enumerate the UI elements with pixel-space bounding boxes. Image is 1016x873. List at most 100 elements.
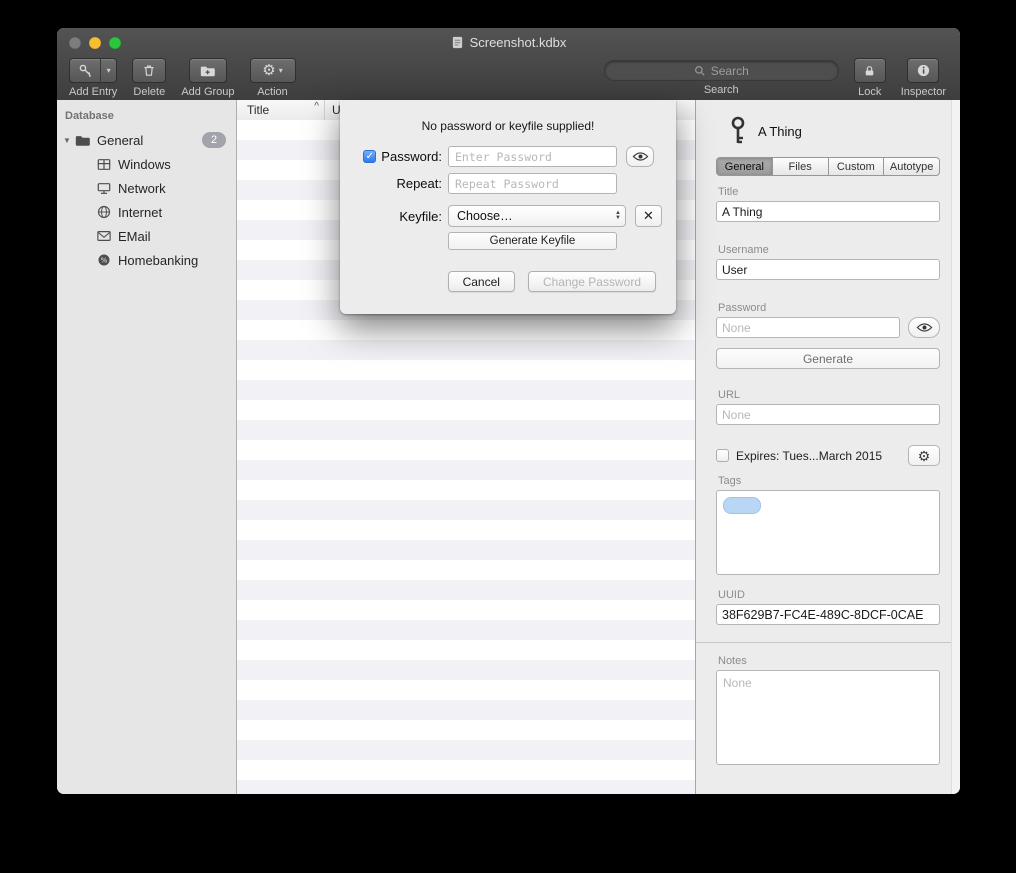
tool-action: ⚙ ▾ Action	[250, 58, 296, 98]
dialog-keyfile-label: Keyfile:	[399, 209, 442, 224]
entry-count-badge: 2	[202, 132, 226, 148]
chevron-down-icon: ▾	[279, 66, 283, 75]
add-entry-button[interactable]: ▾	[69, 58, 117, 83]
sidebar-item-network[interactable]: Network	[57, 176, 236, 200]
title-field[interactable]	[716, 201, 940, 222]
key-plus-icon	[70, 59, 100, 82]
info-icon	[916, 63, 931, 78]
close-icon: ✕	[643, 208, 654, 224]
expires-checkbox[interactable]	[716, 449, 729, 462]
password-checkbox[interactable]: ✓	[363, 150, 376, 163]
folder-plus-icon	[200, 64, 216, 78]
inspector-button[interactable]	[907, 58, 939, 83]
cancel-button[interactable]: Cancel	[448, 271, 515, 292]
dialog-repeat-field[interactable]	[448, 173, 617, 194]
gear-icon: ⚙	[918, 449, 931, 463]
envelope-icon	[96, 228, 112, 244]
dialog-message: No password or keyfile supplied!	[340, 119, 676, 133]
action-label: Action	[257, 86, 288, 98]
dialog-password-label: Password:	[381, 149, 442, 164]
lock-button[interactable]	[854, 58, 886, 83]
action-button[interactable]: ⚙ ▾	[250, 58, 296, 83]
sidebar-item-label: Windows	[118, 157, 171, 172]
sidebar-item-email[interactable]: EMail	[57, 224, 236, 248]
document-icon	[451, 36, 464, 49]
notes-field[interactable]	[716, 670, 940, 765]
window-title-group: Screenshot.kdbx	[451, 35, 567, 50]
trash-icon	[142, 63, 156, 78]
sidebar-item-windows[interactable]: Windows	[57, 152, 236, 176]
zoom-button[interactable]	[109, 37, 121, 49]
add-group-button[interactable]	[189, 58, 227, 83]
sidebar-item-label: Network	[118, 181, 166, 196]
sidebar-item-internet[interactable]: Internet	[57, 200, 236, 224]
globe-icon	[96, 204, 112, 220]
tags-label: Tags	[718, 475, 940, 487]
keyfile-select[interactable]: Choose… ▲▼	[448, 205, 626, 227]
change-password-dialog: No password or keyfile supplied! ✓ Passw…	[340, 100, 676, 314]
svg-text:%: %	[101, 257, 108, 265]
username-label: Username	[718, 244, 940, 256]
close-button[interactable]	[69, 37, 81, 49]
search-label: Search	[704, 84, 739, 96]
network-icon	[96, 180, 112, 196]
windows-icon	[96, 156, 112, 172]
minimize-button[interactable]	[89, 37, 101, 49]
expires-settings-button[interactable]: ⚙	[908, 445, 940, 466]
titlebar[interactable]: Screenshot.kdbx	[57, 28, 960, 56]
window-chrome: Screenshot.kdbx ▾ Add Entry	[57, 28, 960, 101]
dialog-password-field[interactable]	[448, 146, 617, 167]
sidebar-item-label: EMail	[118, 229, 151, 244]
toolbar: ▾ Add Entry Delete Add Group	[57, 56, 960, 100]
sidebar-item-label: Homebanking	[118, 253, 198, 268]
inspector-scrollbar[interactable]	[951, 100, 960, 794]
tag-token[interactable]	[723, 497, 761, 514]
sidebar-item-homebanking[interactable]: % Homebanking	[57, 248, 236, 272]
uuid-field[interactable]	[716, 604, 940, 625]
url-label: URL	[718, 389, 940, 401]
column-header-title[interactable]: Title ^	[237, 100, 325, 120]
clear-keyfile-button[interactable]: ✕	[635, 205, 662, 227]
url-field[interactable]	[716, 404, 940, 425]
gear-icon: ⚙	[262, 63, 275, 78]
entry-header: A Thing	[728, 114, 940, 148]
generate-keyfile-button[interactable]: Generate Keyfile	[448, 232, 617, 250]
coin-icon: %	[96, 252, 112, 268]
username-field[interactable]	[716, 259, 940, 280]
lock-icon	[863, 64, 876, 78]
password-field[interactable]	[716, 317, 900, 338]
tags-field[interactable]	[716, 490, 940, 575]
title-label: Title	[718, 186, 940, 198]
dialog-reveal-password-button[interactable]	[626, 146, 654, 167]
tool-search: Search Search	[604, 58, 839, 96]
disclosure-triangle-icon[interactable]: ▼	[63, 136, 75, 145]
tab-general[interactable]: General	[717, 158, 773, 175]
sidebar-item-general[interactable]: ▼ General 2	[57, 128, 236, 152]
tool-add-group: Add Group	[181, 58, 234, 98]
add-entry-dropdown[interactable]: ▾	[100, 59, 116, 82]
tool-lock: Lock	[854, 58, 886, 98]
uuid-label: UUID	[718, 589, 940, 601]
add-entry-label: Add Entry	[69, 86, 117, 98]
tool-inspector: Inspector	[901, 58, 946, 98]
dialog-repeat-label: Repeat:	[396, 176, 442, 191]
expires-label: Expires: Tues...March 2015	[736, 449, 901, 463]
search-input[interactable]: Search	[604, 60, 839, 81]
search-placeholder: Search	[711, 64, 749, 78]
generate-password-button[interactable]: Generate	[716, 348, 940, 369]
sidebar-item-label: Internet	[118, 205, 162, 220]
tab-autotype[interactable]: Autotype	[884, 158, 939, 175]
change-password-button[interactable]: Change Password	[528, 271, 656, 292]
reveal-password-button[interactable]	[908, 317, 940, 338]
divider	[696, 642, 960, 643]
desktop-background: Screenshot.kdbx ▾ Add Entry	[0, 0, 1016, 873]
folder-icon	[75, 132, 91, 148]
delete-button[interactable]	[132, 58, 166, 83]
sidebar-item-label: General	[97, 133, 143, 148]
inspector-panel: A Thing General Files Custom Autotype Ti…	[695, 100, 960, 794]
key-icon	[728, 116, 748, 146]
tab-custom[interactable]: Custom	[829, 158, 885, 175]
tab-files[interactable]: Files	[773, 158, 829, 175]
sort-ascending-icon: ^	[314, 101, 319, 112]
search-icon	[694, 65, 706, 77]
